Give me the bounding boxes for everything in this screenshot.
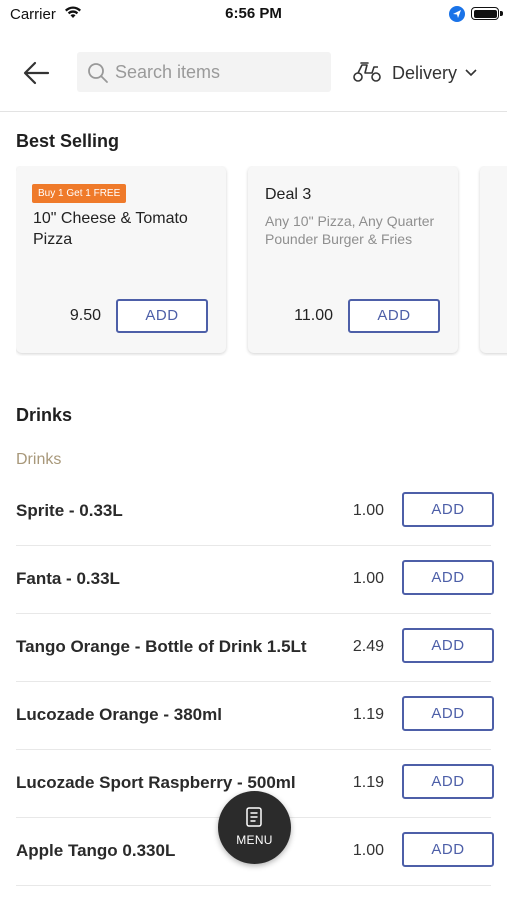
drinks-subcategory-label: Drinks — [16, 451, 62, 468]
search-icon — [87, 62, 109, 89]
item-price: 2.49 — [352, 638, 384, 655]
best-selling-card[interactable]: Deal 3 Any 10" Pizza, Any Quarter Pounde… — [248, 166, 458, 353]
search-input[interactable] — [115, 52, 325, 92]
item-name: Lucozade Orange - 380ml — [16, 705, 222, 724]
battery-nub — [500, 11, 503, 16]
item-name: Sprite - 0.33L — [16, 501, 123, 520]
back-arrow-icon — [23, 61, 50, 85]
top-bar: Delivery — [0, 38, 507, 112]
item-price: 1.19 — [352, 706, 384, 723]
card-item-price: 9.50 — [69, 307, 101, 324]
list-item[interactable]: Tango Orange - Bottle of Drink 1.5Lt 2.4… — [16, 614, 494, 682]
add-button[interactable]: ADD — [402, 832, 494, 867]
item-price: 1.19 — [352, 774, 384, 791]
add-button[interactable]: ADD — [402, 560, 494, 595]
card-item-description: Any 10" Pizza, Any Quarter Pounder Burge… — [265, 213, 435, 247]
card-item-name: 10" Cheese & Tomato Pizza — [33, 210, 188, 248]
drinks-section-title: Drinks — [16, 405, 73, 425]
card-item-price: 11.00 — [294, 307, 333, 324]
item-price: 1.00 — [352, 842, 384, 859]
add-button[interactable]: ADD — [402, 696, 494, 731]
status-bar: Carrier 6:56 PM — [0, 0, 507, 30]
list-item[interactable]: Sprite - 0.33L 1.00 ADD — [16, 478, 494, 546]
location-icon — [449, 6, 465, 22]
promo-badge: Buy 1 Get 1 FREE — [32, 184, 127, 203]
search-box[interactable] — [77, 52, 331, 92]
item-price: 1.00 — [352, 502, 384, 519]
menu-button-label: MENU — [236, 833, 273, 847]
best-selling-carousel[interactable]: Buy 1 Get 1 FREE 10" Cheese & Tomato Piz… — [16, 166, 507, 356]
battery-icon — [471, 7, 499, 20]
item-name: Lucozade Sport Raspberry - 500ml — [16, 773, 296, 792]
card-add-button[interactable]: ADD — [116, 299, 208, 333]
scooter-icon — [352, 59, 382, 88]
item-name: Apple Tango 0.330L — [16, 841, 176, 860]
back-button[interactable] — [20, 58, 54, 88]
list-item[interactable]: Lucozade Orange - 380ml 1.19 ADD — [16, 682, 494, 750]
item-name: Tango Orange - Bottle of Drink 1.5Lt — [16, 637, 307, 656]
best-selling-card[interactable]: Buy 1 Get 1 FREE 10" Cheese & Tomato Piz… — [16, 166, 226, 353]
best-selling-title: Best Selling — [16, 131, 120, 151]
chevron-down-icon — [465, 64, 477, 82]
list-item[interactable]: Fanta - 0.33L 1.00 ADD — [16, 546, 494, 614]
best-selling-card-peek[interactable] — [480, 166, 507, 353]
card-add-button[interactable]: ADD — [348, 299, 440, 333]
item-price: 1.00 — [352, 570, 384, 587]
item-name: Fanta - 0.33L — [16, 569, 120, 588]
menu-book-icon — [245, 806, 263, 833]
add-button[interactable]: ADD — [402, 492, 494, 527]
add-button[interactable]: ADD — [402, 628, 494, 663]
clock: 6:56 PM — [225, 5, 282, 22]
add-button[interactable]: ADD — [402, 764, 494, 799]
delivery-selector[interactable]: Delivery — [352, 58, 492, 88]
card-item-name: Deal 3 — [265, 186, 312, 203]
delivery-label: Delivery — [392, 62, 458, 83]
menu-button[interactable]: MENU — [218, 791, 291, 864]
